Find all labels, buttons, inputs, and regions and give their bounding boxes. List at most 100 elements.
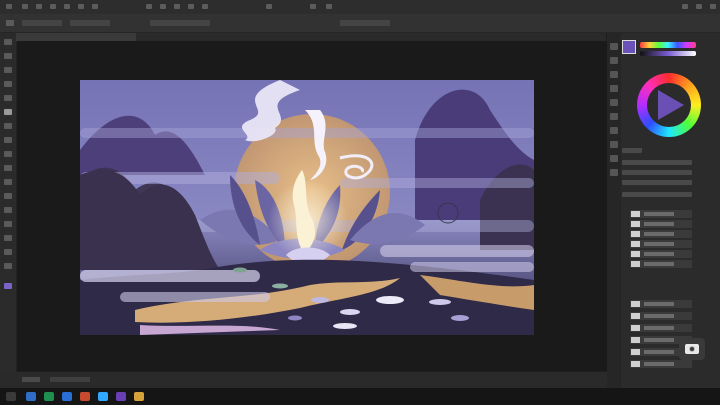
- menu-item[interactable]: [310, 4, 316, 9]
- menu-item[interactable]: [188, 4, 194, 9]
- menu-item[interactable]: [160, 4, 166, 9]
- layer-thumbnail: [631, 301, 640, 307]
- menu-item[interactable]: [64, 4, 70, 9]
- move-tool-icon[interactable]: [4, 39, 12, 45]
- close-icon[interactable]: [710, 4, 716, 9]
- panel-toggle-icon[interactable]: [610, 85, 618, 92]
- brightness-slider[interactable]: [640, 51, 696, 56]
- layer-name: [644, 350, 674, 354]
- option-control[interactable]: [340, 20, 390, 26]
- panel-toggle-icon[interactable]: [610, 155, 618, 162]
- menu-item[interactable]: [50, 4, 56, 9]
- layer-row[interactable]: [630, 260, 692, 268]
- panel-icon-strip: [607, 33, 621, 388]
- menu-item[interactable]: [78, 4, 84, 9]
- artwork-illustration: [80, 80, 534, 335]
- pen-tool-icon[interactable]: [4, 193, 12, 199]
- color-wheel[interactable]: [637, 73, 701, 137]
- blur-tool-icon[interactable]: [4, 165, 12, 171]
- option-control[interactable]: [150, 20, 210, 26]
- crop-tool-icon[interactable]: [4, 81, 12, 87]
- dodge-tool-icon[interactable]: [4, 179, 12, 185]
- option-control[interactable]: [22, 20, 62, 26]
- start-icon[interactable]: [6, 392, 16, 401]
- eyedropper-tool-icon[interactable]: [4, 95, 12, 101]
- panel-toggle-icon[interactable]: [610, 99, 618, 106]
- hand-tool-icon[interactable]: [4, 249, 12, 255]
- os-taskbar: [0, 388, 720, 405]
- menu-item[interactable]: [36, 4, 42, 9]
- marquee-tool-icon[interactable]: [4, 53, 12, 59]
- panel-toggle-icon[interactable]: [610, 141, 618, 148]
- status-bar: [0, 372, 610, 388]
- app-icon[interactable]: [44, 392, 54, 401]
- path-select-icon[interactable]: [4, 221, 12, 227]
- panel-toggle-icon[interactable]: [610, 71, 618, 78]
- menu-bar: [0, 0, 720, 14]
- type-tool-icon[interactable]: [4, 207, 12, 213]
- hue-slider[interactable]: [640, 42, 696, 48]
- menu-item[interactable]: [326, 4, 332, 9]
- app-icon[interactable]: [116, 392, 126, 401]
- panel-toggle-icon[interactable]: [610, 127, 618, 134]
- document-tab[interactable]: [16, 33, 136, 41]
- zoom-readout[interactable]: [22, 377, 40, 382]
- layer-thumbnail: [631, 211, 640, 217]
- menu-item[interactable]: [174, 4, 180, 9]
- layer-thumbnail: [631, 349, 640, 355]
- artwork-canvas[interactable]: [80, 80, 534, 335]
- photoshop-taskbar-icon[interactable]: [98, 392, 108, 401]
- layer-name: [644, 314, 674, 318]
- layer-name: [644, 262, 674, 266]
- layer-row[interactable]: [630, 324, 692, 332]
- menu-item[interactable]: [266, 4, 272, 9]
- gradient-tool-icon[interactable]: [4, 151, 12, 157]
- layer-thumbnail: [631, 221, 640, 227]
- menu-item[interactable]: [146, 4, 152, 9]
- app-icon[interactable]: [26, 392, 36, 401]
- zoom-tool-icon[interactable]: [4, 263, 12, 269]
- panel-toggle-icon[interactable]: [610, 113, 618, 120]
- tools-panel: [0, 33, 17, 388]
- layer-name: [644, 338, 674, 342]
- app-icon[interactable]: [134, 392, 144, 401]
- layer-row[interactable]: [630, 210, 692, 218]
- layer-thumbnail: [631, 261, 640, 267]
- menu-item[interactable]: [202, 4, 208, 9]
- layer-row[interactable]: [630, 230, 692, 238]
- layer-name: [644, 222, 674, 226]
- panel-row[interactable]: [622, 170, 692, 175]
- panel-toggle-icon[interactable]: [610, 43, 618, 50]
- layer-row[interactable]: [630, 300, 692, 308]
- camera-button[interactable]: [679, 338, 705, 360]
- foreground-color-swatch[interactable]: [4, 283, 12, 289]
- option-control[interactable]: [70, 20, 110, 26]
- layer-row[interactable]: [630, 250, 692, 258]
- panel-toggle-icon[interactable]: [610, 169, 618, 176]
- panel-row[interactable]: [622, 160, 692, 165]
- layer-row[interactable]: [630, 240, 692, 248]
- minimize-icon[interactable]: [682, 4, 688, 9]
- tool-preset-icon[interactable]: [6, 20, 14, 26]
- panel-toggle-icon[interactable]: [610, 57, 618, 64]
- layer-name: [644, 212, 674, 216]
- current-color-swatch[interactable]: [622, 40, 636, 54]
- layer-row[interactable]: [630, 220, 692, 228]
- layer-row[interactable]: [630, 312, 692, 320]
- stamp-tool-icon[interactable]: [4, 123, 12, 129]
- lasso-tool-icon[interactable]: [4, 67, 12, 73]
- layer-thumbnail: [631, 251, 640, 257]
- panel-row[interactable]: [622, 192, 692, 197]
- panel-row[interactable]: [622, 180, 692, 185]
- menu-item[interactable]: [22, 4, 28, 9]
- color-triangle[interactable]: [658, 90, 684, 120]
- document-info: [50, 377, 90, 382]
- app-icon[interactable]: [62, 392, 72, 401]
- app-icon[interactable]: [80, 392, 90, 401]
- maximize-icon[interactable]: [696, 4, 702, 9]
- menu-item[interactable]: [92, 4, 98, 9]
- brush-tool-icon[interactable]: [4, 109, 12, 115]
- shape-tool-icon[interactable]: [4, 235, 12, 241]
- layer-row[interactable]: [630, 360, 692, 368]
- eraser-tool-icon[interactable]: [4, 137, 12, 143]
